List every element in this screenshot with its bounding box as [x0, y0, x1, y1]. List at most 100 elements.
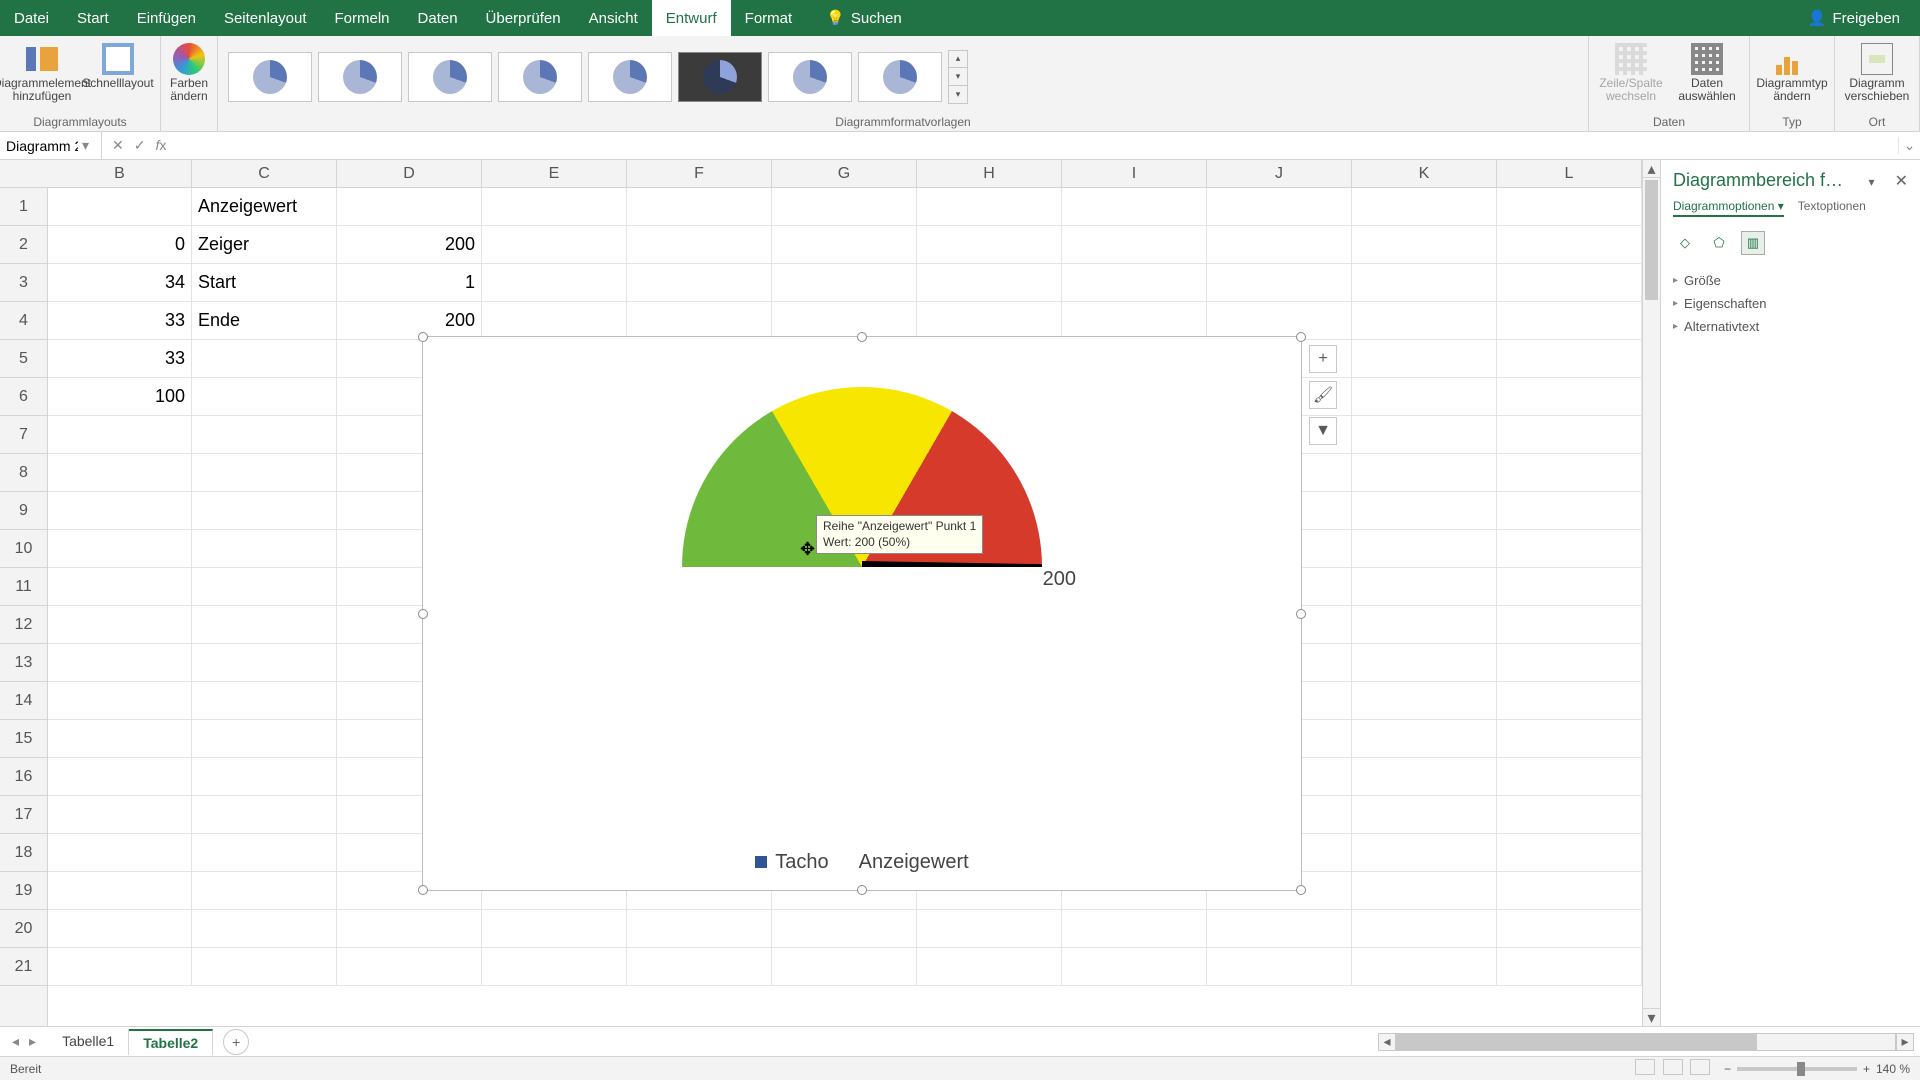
- tell-me-search[interactable]: 💡 Suchen: [826, 9, 902, 27]
- cell-L2[interactable]: [1497, 226, 1642, 264]
- cell-L4[interactable]: [1497, 302, 1642, 340]
- cell-C21[interactable]: [192, 948, 337, 986]
- add-chart-element-button[interactable]: Diagrammelement hinzufügen: [6, 41, 78, 113]
- cell-C9[interactable]: [192, 492, 337, 530]
- cell-B9[interactable]: [48, 492, 192, 530]
- cell-B3[interactable]: 34: [48, 264, 192, 302]
- ribbon-tab-start[interactable]: Start: [63, 0, 123, 36]
- sheet-tab-tabelle1[interactable]: Tabelle1: [48, 1029, 129, 1055]
- cell-I21[interactable]: [1062, 948, 1207, 986]
- row-header-7[interactable]: 7: [0, 416, 47, 454]
- row-header-4[interactable]: 4: [0, 302, 47, 340]
- cell-K17[interactable]: [1352, 796, 1497, 834]
- legend-item-anzeigewert[interactable]: Anzeigewert: [859, 851, 969, 874]
- zoom-slider[interactable]: [1737, 1067, 1857, 1071]
- cell-C14[interactable]: [192, 682, 337, 720]
- cell-J21[interactable]: [1207, 948, 1352, 986]
- cell-K2[interactable]: [1352, 226, 1497, 264]
- cell-D2[interactable]: 200: [337, 226, 482, 264]
- chart-style-6[interactable]: [678, 52, 762, 102]
- row-header-17[interactable]: 17: [0, 796, 47, 834]
- cell-L15[interactable]: [1497, 720, 1642, 758]
- cell-G20[interactable]: [772, 910, 917, 948]
- cell-L1[interactable]: [1497, 188, 1642, 226]
- change-chart-type-button[interactable]: Diagrammtyp ändern: [1756, 41, 1828, 113]
- cell-C15[interactable]: [192, 720, 337, 758]
- cell-C3[interactable]: Start: [192, 264, 337, 302]
- cell-F3[interactable]: [627, 264, 772, 302]
- zoom-level[interactable]: 140 %: [1876, 1062, 1910, 1076]
- cell-C17[interactable]: [192, 796, 337, 834]
- chart-styles-button[interactable]: 🖌: [1309, 381, 1337, 409]
- row-header-8[interactable]: 8: [0, 454, 47, 492]
- cell-F20[interactable]: [627, 910, 772, 948]
- chart-elements-button[interactable]: +: [1309, 345, 1337, 373]
- resize-handle[interactable]: [1296, 885, 1306, 895]
- cell-F2[interactable]: [627, 226, 772, 264]
- cell-J1[interactable]: [1207, 188, 1352, 226]
- row-header-11[interactable]: 11: [0, 568, 47, 606]
- cell-K11[interactable]: [1352, 568, 1497, 606]
- cell-B2[interactable]: 0: [48, 226, 192, 264]
- cell-B10[interactable]: [48, 530, 192, 568]
- cell-J20[interactable]: [1207, 910, 1352, 948]
- cell-B18[interactable]: [48, 834, 192, 872]
- cell-E1[interactable]: [482, 188, 627, 226]
- cell-C8[interactable]: [192, 454, 337, 492]
- row-header-15[interactable]: 15: [0, 720, 47, 758]
- cell-I1[interactable]: [1062, 188, 1207, 226]
- row-header-2[interactable]: 2: [0, 226, 47, 264]
- change-colors-button[interactable]: Farben ändern: [167, 41, 211, 113]
- cell-B5[interactable]: 33: [48, 340, 192, 378]
- cell-D3[interactable]: 1: [337, 264, 482, 302]
- cell-F1[interactable]: [627, 188, 772, 226]
- hscroll-left[interactable]: ◂: [1378, 1033, 1396, 1051]
- cell-G21[interactable]: [772, 948, 917, 986]
- cell-C6[interactable]: [192, 378, 337, 416]
- column-header-I[interactable]: I: [1062, 160, 1207, 187]
- section-alttext[interactable]: Alternativtext: [1673, 319, 1908, 334]
- sheet-nav-last[interactable]: ▸: [29, 1033, 36, 1050]
- ribbon-tab-einfügen[interactable]: Einfügen: [123, 0, 210, 36]
- row-header-5[interactable]: 5: [0, 340, 47, 378]
- cell-L8[interactable]: [1497, 454, 1642, 492]
- resize-handle[interactable]: [418, 332, 428, 342]
- cell-G4[interactable]: [772, 302, 917, 340]
- cell-I20[interactable]: [1062, 910, 1207, 948]
- row-header-16[interactable]: 16: [0, 758, 47, 796]
- cell-C19[interactable]: [192, 872, 337, 910]
- row-header-10[interactable]: 10: [0, 530, 47, 568]
- section-size[interactable]: Größe: [1673, 273, 1908, 288]
- cell-E2[interactable]: [482, 226, 627, 264]
- row-header-6[interactable]: 6: [0, 378, 47, 416]
- ribbon-tab-seitenlayout[interactable]: Seitenlayout: [210, 0, 321, 36]
- scroll-down-button[interactable]: ▾: [1643, 1008, 1660, 1026]
- chart-legend[interactable]: Tacho Anzeigewert: [423, 851, 1301, 874]
- cell-L16[interactable]: [1497, 758, 1642, 796]
- formula-confirm-button[interactable]: ✓: [134, 137, 146, 154]
- share-button[interactable]: 👤 Freigeben: [1788, 9, 1920, 27]
- chart-style-4[interactable]: [498, 52, 582, 102]
- quick-layout-button[interactable]: Schnelllayout: [82, 41, 154, 113]
- cell-B14[interactable]: [48, 682, 192, 720]
- zoom-knob[interactable]: [1797, 1062, 1805, 1076]
- cell-I4[interactable]: [1062, 302, 1207, 340]
- cell-B7[interactable]: [48, 416, 192, 454]
- cell-B17[interactable]: [48, 796, 192, 834]
- chart-style-3[interactable]: [408, 52, 492, 102]
- legend-item-tacho[interactable]: Tacho: [755, 851, 828, 874]
- column-header-B[interactable]: B: [48, 160, 192, 187]
- row-header-18[interactable]: 18: [0, 834, 47, 872]
- cell-G1[interactable]: [772, 188, 917, 226]
- ribbon-tab-entwurf[interactable]: Entwurf: [652, 0, 731, 36]
- hscroll-thumb[interactable]: [1397, 1034, 1757, 1050]
- cell-L11[interactable]: [1497, 568, 1642, 606]
- cell-C5[interactable]: [192, 340, 337, 378]
- cell-H3[interactable]: [917, 264, 1062, 302]
- format-pane-close-button[interactable]: ✕: [1895, 173, 1908, 190]
- chart-style-7[interactable]: [768, 52, 852, 102]
- cell-J3[interactable]: [1207, 264, 1352, 302]
- row-header-12[interactable]: 12: [0, 606, 47, 644]
- ribbon-tab-ansicht[interactable]: Ansicht: [575, 0, 652, 36]
- cell-L13[interactable]: [1497, 644, 1642, 682]
